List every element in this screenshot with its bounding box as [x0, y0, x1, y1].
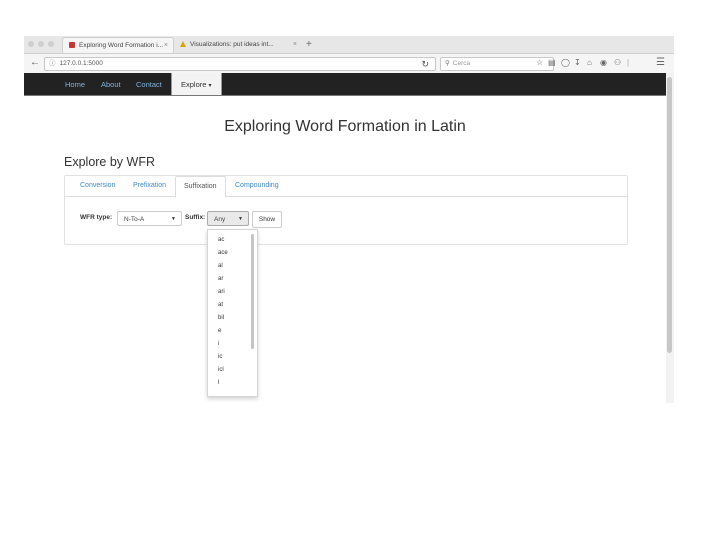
search-icon: ⚲ — [445, 60, 450, 67]
navbar-divider — [24, 95, 666, 96]
suffix-option[interactable]: ari — [218, 288, 225, 296]
close-tab-icon[interactable]: × — [293, 37, 297, 52]
tab-conversion[interactable]: Conversion — [80, 176, 115, 196]
tabs-divider — [64, 196, 627, 197]
site-navbar: Home About Contact Explore ▾ — [24, 73, 666, 96]
suffix-label: Suffix: — [185, 214, 206, 221]
reading-list-icon[interactable]: ▤ — [548, 57, 556, 69]
page-title: Exploring Word Formation in Latin — [224, 118, 466, 135]
extension-icon[interactable]: ⚇ — [614, 57, 621, 69]
browser-toolbar: ← ⓘ 127.0.0.1:5000 ↻ ⚲ Cerca ☆ ▤ ◯ ↧ ⌂ ◉ ⚇… — [24, 54, 674, 74]
suffix-select[interactable]: Any ▼ — [207, 211, 249, 226]
window-close-dot[interactable] — [28, 41, 34, 47]
window-zoom-dot[interactable] — [48, 41, 54, 47]
nav-home[interactable]: Home — [65, 73, 85, 96]
browser-tab-title: Exploring Word Formation i... — [79, 42, 164, 49]
nav-contact[interactable]: Contact — [136, 73, 162, 96]
pocket-icon[interactable]: ◯ — [561, 57, 570, 69]
download-icon[interactable]: ↧ — [574, 57, 581, 69]
suffix-option[interactable]: ar — [218, 275, 223, 283]
suffix-option[interactable]: al — [218, 262, 223, 270]
suffix-dropdown-list: ac ace al ar ari at bil e i ic icl l — [207, 229, 258, 397]
section-title: Explore by WFR — [64, 155, 155, 169]
back-arrow-icon[interactable]: ← — [30, 57, 40, 69]
toolbar-separator: | — [627, 58, 630, 67]
site-favicon-icon — [69, 42, 75, 48]
home-icon[interactable]: ⌂ — [587, 57, 592, 69]
suffix-option[interactable]: e — [218, 327, 221, 335]
address-bar[interactable]: ⓘ 127.0.0.1:5000 ↻ — [44, 57, 436, 71]
nav-about[interactable]: About — [101, 73, 121, 96]
show-button[interactable]: Show — [252, 211, 282, 228]
warning-favicon-icon — [180, 41, 186, 47]
suffix-option[interactable]: icl — [218, 366, 224, 374]
menu-icon[interactable]: ☰ — [656, 57, 665, 69]
new-tab-button[interactable]: + — [306, 36, 312, 53]
browser-tab-bar: Exploring Word Formation i... × Visualiz… — [24, 36, 674, 54]
info-icon[interactable]: ⓘ — [49, 58, 56, 70]
chevron-down-icon: ▼ — [171, 216, 176, 222]
suffix-option[interactable]: l — [218, 379, 219, 387]
wfr-type-select[interactable]: N-To-A ▼ — [117, 211, 182, 226]
dropdown-scrollbar-thumb[interactable] — [251, 234, 254, 349]
wfr-type-label: WFR type: — [80, 214, 113, 221]
suffix-option[interactable]: ac — [218, 236, 224, 244]
browser-tab-active[interactable]: Exploring Word Formation i... × — [62, 37, 174, 53]
window-minimize-dot[interactable] — [38, 41, 44, 47]
chevron-down-icon: ▾ — [208, 83, 212, 89]
tab-suffixation[interactable]: Suffixation — [175, 176, 226, 198]
nav-explore-label: Explore — [181, 80, 207, 89]
address-url: 127.0.0.1:5000 — [59, 60, 103, 67]
suffix-option[interactable]: i — [218, 340, 219, 348]
suffix-option[interactable]: bil — [218, 314, 224, 322]
reload-icon[interactable]: ↻ — [421, 58, 429, 70]
chevron-down-icon: ▼ — [238, 216, 243, 222]
nav-explore[interactable]: Explore ▾ — [171, 73, 222, 96]
suffix-value: Any — [214, 216, 226, 223]
wfr-type-value: N-To-A — [124, 216, 145, 223]
suffix-option[interactable]: ace — [218, 249, 228, 257]
search-placeholder: Cerca — [452, 60, 471, 67]
close-tab-icon[interactable]: × — [164, 38, 168, 53]
browser-tab[interactable]: Visualizations: put ideas int... × — [174, 37, 302, 52]
browser-tab-title: Visualizations: put ideas int... — [190, 41, 274, 48]
tab-prefixation[interactable]: Prefixation — [133, 176, 166, 196]
suffix-option[interactable]: ic — [218, 353, 222, 361]
star-icon[interactable]: ☆ — [536, 57, 543, 69]
tab-compounding[interactable]: Compounding — [235, 176, 279, 196]
suffix-option[interactable]: at — [218, 301, 223, 309]
chat-icon[interactable]: ◉ — [600, 57, 607, 69]
